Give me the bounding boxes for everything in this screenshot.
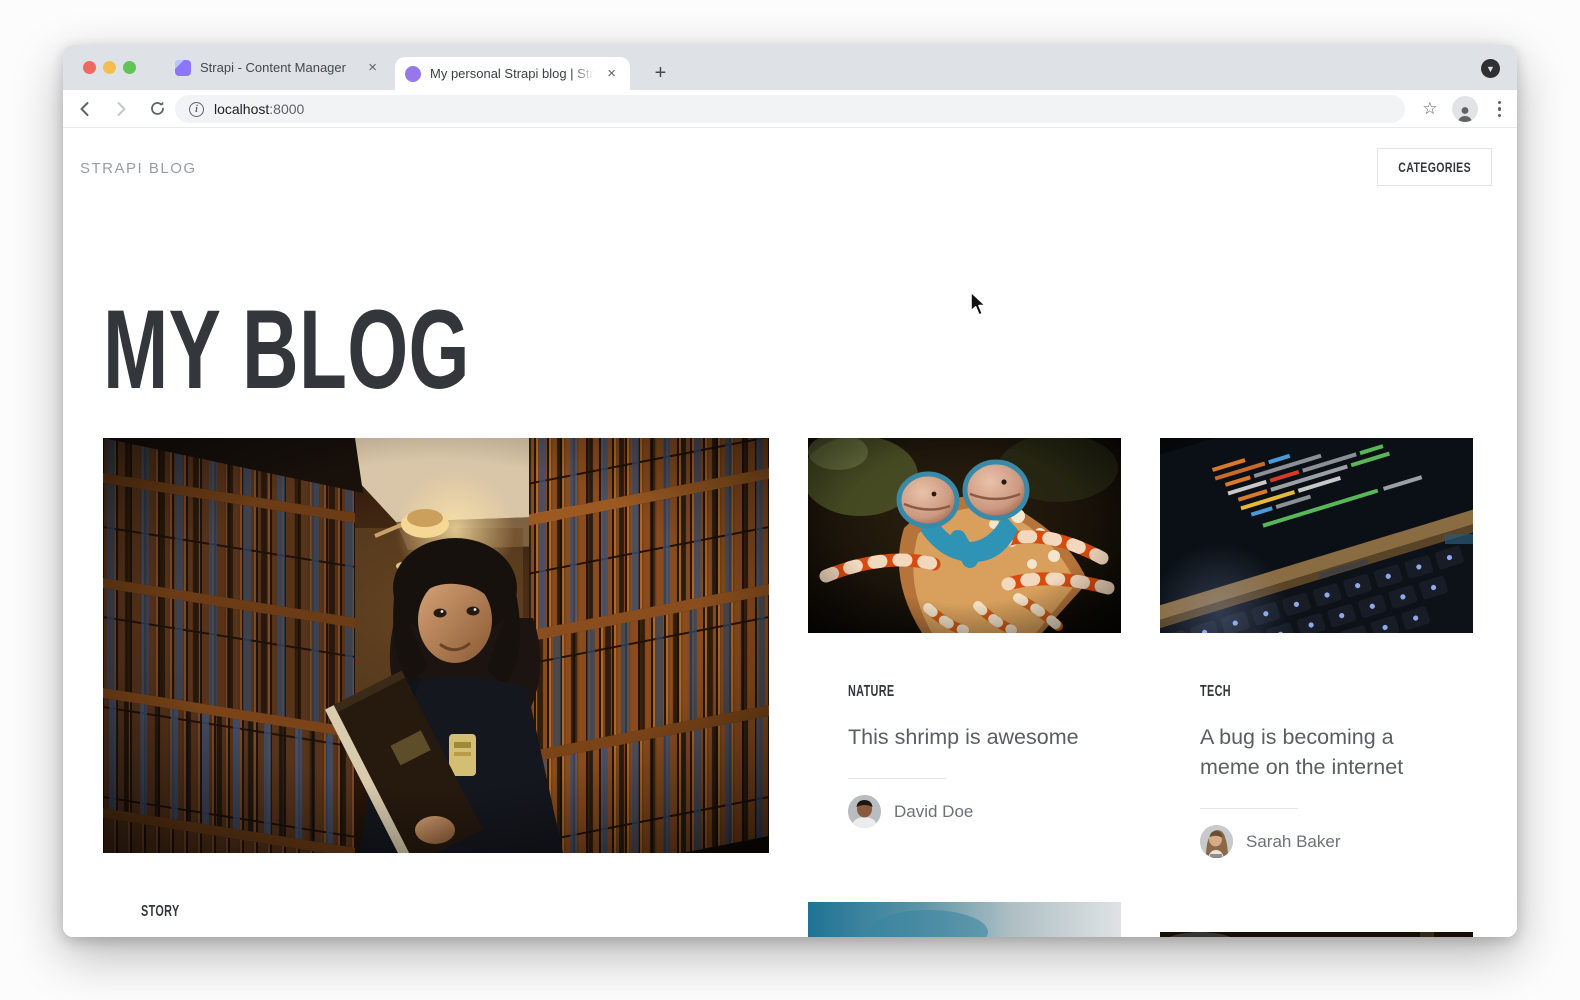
strapi-favicon-icon bbox=[175, 60, 191, 76]
profile-avatar-icon[interactable] bbox=[1452, 96, 1478, 122]
back-icon[interactable] bbox=[71, 95, 99, 123]
minimize-window-button[interactable] bbox=[103, 61, 116, 74]
page-info-icon[interactable]: i bbox=[189, 102, 204, 117]
bookmark-star-icon[interactable]: ☆ bbox=[1422, 99, 1437, 119]
author-name[interactable]: David Doe bbox=[894, 802, 973, 822]
tab-my-blog[interactable]: My personal Strapi blog | Strap × bbox=[395, 57, 630, 90]
post-author: Sarah Baker bbox=[1200, 825, 1433, 858]
divider bbox=[848, 778, 946, 779]
post-author: David Doe bbox=[848, 795, 1081, 828]
close-window-button[interactable] bbox=[83, 61, 96, 74]
tech-post-image[interactable] bbox=[1160, 438, 1473, 633]
featured-post[interactable]: STORY bbox=[103, 438, 769, 937]
address-bar[interactable]: i localhost:8000 bbox=[175, 95, 1405, 123]
browser-window: Strapi - Content Manager × My personal S… bbox=[63, 45, 1517, 937]
tab-title: My personal Strapi blog | Strap bbox=[430, 66, 594, 81]
close-tab-icon[interactable]: × bbox=[364, 59, 381, 76]
window-controls bbox=[83, 61, 136, 74]
blog-page: STRAPI BLOG CATEGORIES MY BLOG bbox=[63, 128, 1517, 937]
browser-menu-icon[interactable] bbox=[1492, 101, 1508, 118]
browser-toolbar: i localhost:8000 ☆ bbox=[63, 90, 1517, 128]
next-post-image-ocean[interactable] bbox=[808, 902, 1121, 937]
reload-icon[interactable] bbox=[143, 95, 171, 123]
post-category[interactable]: NATURE bbox=[848, 683, 1081, 701]
nature-post[interactable]: NATURE This shrimp is awesome bbox=[808, 438, 1121, 937]
tab-search-button[interactable]: ▼ bbox=[1481, 59, 1500, 78]
post-title[interactable]: This shrimp is awesome bbox=[848, 722, 1081, 752]
tab-strip: Strapi - Content Manager × My personal S… bbox=[63, 45, 1517, 90]
close-tab-icon[interactable]: × bbox=[603, 65, 620, 82]
author-avatar-sarah bbox=[1200, 825, 1233, 858]
tab-strapi-content-manager[interactable]: Strapi - Content Manager × bbox=[165, 45, 391, 90]
post-category[interactable]: STORY bbox=[141, 903, 769, 921]
categories-button[interactable]: CATEGORIES bbox=[1377, 148, 1492, 186]
zoom-window-button[interactable] bbox=[123, 61, 136, 74]
tab-title: Strapi - Content Manager bbox=[200, 60, 355, 75]
featured-post-image[interactable] bbox=[103, 438, 769, 853]
tech-post[interactable]: TECH A bug is becoming a meme on the int… bbox=[1160, 438, 1473, 937]
site-brand[interactable]: STRAPI BLOG bbox=[80, 160, 197, 177]
next-post-image-pizza[interactable] bbox=[1160, 932, 1473, 937]
author-avatar-david bbox=[848, 795, 881, 828]
post-title[interactable]: A bug is becoming a meme on the internet bbox=[1200, 722, 1433, 782]
forward-icon[interactable] bbox=[107, 95, 135, 123]
post-category[interactable]: TECH bbox=[1200, 683, 1433, 701]
posts-grid: STORY bbox=[103, 438, 1473, 937]
mouse-cursor bbox=[969, 291, 991, 317]
nature-post-image[interactable] bbox=[808, 438, 1121, 633]
author-name[interactable]: Sarah Baker bbox=[1246, 832, 1341, 852]
divider bbox=[1200, 808, 1298, 809]
blog-favicon-icon bbox=[405, 66, 421, 82]
page-title: MY BLOG bbox=[103, 294, 627, 406]
new-tab-button[interactable]: + bbox=[644, 57, 677, 90]
url-text: localhost:8000 bbox=[214, 101, 304, 117]
